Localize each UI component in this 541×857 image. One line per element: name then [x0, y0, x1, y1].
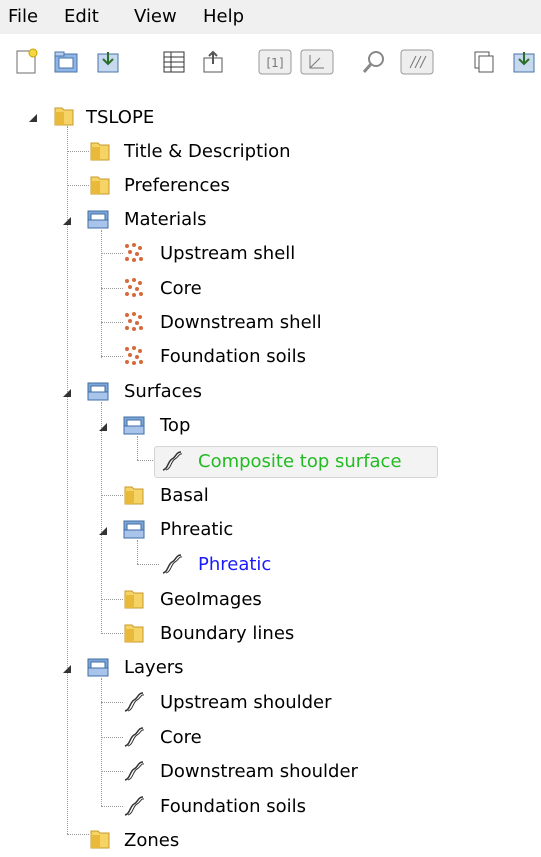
tree-item-top[interactable]: Top — [160, 408, 190, 442]
toolbar: [1] — [0, 34, 541, 92]
tree-item-core[interactable]: Core — [160, 271, 202, 305]
tree-item-upstream-shoulder[interactable]: Upstream shoulder — [160, 685, 332, 719]
tree-item-geoimages[interactable]: GeoImages — [160, 582, 262, 616]
page-view-icon[interactable]: [1] — [258, 48, 292, 76]
surface-line-icon — [124, 727, 145, 747]
table-icon[interactable] — [160, 48, 188, 76]
folder-icon — [90, 176, 110, 195]
import-icon[interactable] — [510, 48, 538, 76]
axes-icon[interactable] — [300, 48, 334, 76]
collapse-arrow-icon[interactable] — [62, 664, 72, 674]
collapse-arrow-icon[interactable] — [28, 113, 38, 123]
folder-icon — [54, 107, 74, 126]
tree-item-surfaces[interactable]: Surfaces — [124, 374, 202, 408]
tree-item-phreatic-folder[interactable]: Phreatic — [160, 512, 233, 546]
tree-item-layer-foundation-soils[interactable]: Foundation soils — [160, 789, 306, 823]
surface-line-icon — [124, 692, 145, 712]
open-folder-icon — [87, 658, 109, 677]
open-folder-icon — [87, 382, 109, 401]
export-icon[interactable] — [199, 48, 227, 76]
menu-help[interactable]: Help — [203, 6, 244, 27]
open-folder-icon[interactable] — [52, 48, 80, 76]
tree-item-title-description[interactable]: Title & Description — [124, 134, 291, 168]
material-icon — [125, 243, 143, 262]
tree-item-boundary-lines[interactable]: Boundary lines — [160, 616, 294, 650]
collapse-arrow-icon[interactable] — [62, 216, 72, 226]
copy-icon[interactable] — [470, 48, 498, 76]
surface-line-icon — [162, 554, 183, 574]
tree-item-root[interactable]: TSLOPE — [86, 100, 154, 134]
tree-item-foundation-soils[interactable]: Foundation soils — [160, 339, 306, 373]
svg-text:[1]: [1] — [267, 56, 284, 70]
tree-item-basal[interactable]: Basal — [160, 478, 209, 512]
menu-bar: File Edit View Help — [0, 0, 541, 34]
surface-line-icon — [124, 761, 145, 781]
save-icon[interactable] — [94, 48, 122, 76]
open-folder-icon — [123, 520, 145, 539]
project-tree: TSLOPE Title & Description Preferences M… — [0, 92, 541, 852]
open-folder-icon — [123, 416, 145, 435]
menu-file[interactable]: File — [8, 6, 38, 27]
tree-item-composite-top-surface[interactable]: Composite top surface — [198, 444, 402, 478]
menu-view[interactable]: View — [134, 6, 177, 27]
folder-icon — [90, 830, 110, 849]
material-icon — [125, 278, 143, 297]
surface-line-icon — [162, 451, 183, 471]
menu-edit[interactable]: Edit — [64, 6, 99, 27]
tree-item-downstream-shoulder[interactable]: Downstream shoulder — [160, 754, 358, 788]
tree-item-preferences[interactable]: Preferences — [124, 168, 230, 202]
collapse-arrow-icon[interactable] — [98, 526, 108, 536]
tree-item-phreatic[interactable]: Phreatic — [198, 547, 271, 581]
material-icon — [125, 312, 143, 331]
hatch-icon[interactable] — [400, 48, 434, 76]
folder-icon — [124, 486, 144, 505]
tree-item-layer-core[interactable]: Core — [160, 720, 202, 754]
collapse-arrow-icon[interactable] — [98, 422, 108, 432]
tree-item-upstream-shell[interactable]: Upstream shell — [160, 236, 295, 270]
tree-item-layers[interactable]: Layers — [124, 650, 184, 684]
folder-icon — [124, 624, 144, 643]
tree-item-materials[interactable]: Materials — [124, 202, 207, 236]
new-file-icon[interactable] — [12, 48, 40, 76]
material-icon — [125, 346, 143, 365]
search-icon[interactable] — [360, 48, 388, 76]
tree-item-downstream-shell[interactable]: Downstream shell — [160, 305, 322, 339]
folder-icon — [90, 142, 110, 161]
folder-icon — [124, 590, 144, 609]
open-folder-icon — [87, 210, 109, 229]
collapse-arrow-icon[interactable] — [62, 388, 72, 398]
surface-line-icon — [124, 796, 145, 816]
